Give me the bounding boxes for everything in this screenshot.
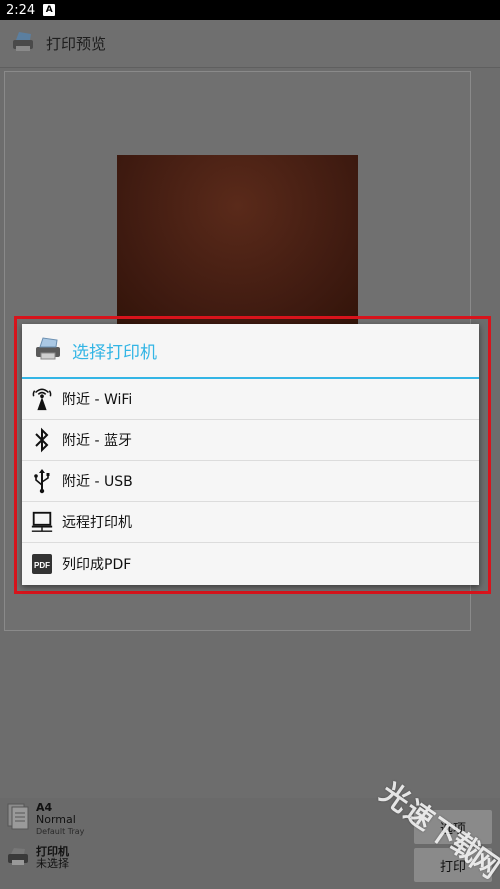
option-label: 附近 - USB <box>62 474 133 490</box>
option-print-to-pdf[interactable]: PDF 列印成PDF <box>22 543 479 584</box>
option-nearby-usb[interactable]: 附近 - USB <box>22 461 479 502</box>
printer-icon <box>6 846 30 872</box>
svg-text:PDF: PDF <box>34 561 50 570</box>
select-printer-dialog: 选择打印机 附近 - WiFi 附近 - 蓝牙 附近 - USB 远程打印机 P… <box>22 324 479 585</box>
bluetooth-icon <box>30 427 54 453</box>
remote-printer-icon <box>30 510 54 534</box>
status-time: 2:24 <box>6 2 36 18</box>
printer-icon <box>34 336 62 365</box>
paper-settings[interactable]: A4 Normal Default Tray <box>6 802 84 838</box>
dialog-title: 选择打印机 <box>72 343 157 363</box>
dialog-header: 选择打印机 <box>22 324 479 379</box>
wifi-tower-icon <box>30 387 54 411</box>
print-button[interactable]: 打印 <box>414 848 492 882</box>
option-label: 附近 - 蓝牙 <box>62 433 132 449</box>
option-label: 附近 - WiFi <box>62 392 133 408</box>
status-bar: 2:24 A <box>0 0 500 20</box>
paper-quality: Normal <box>36 813 76 826</box>
printer-app-icon[interactable] <box>10 31 36 57</box>
options-button[interactable]: 选项 <box>414 810 492 844</box>
paper-icon <box>6 802 30 834</box>
printer-settings[interactable]: 打印机 未选择 <box>6 846 69 872</box>
preview-image <box>117 155 358 325</box>
app-bar: 打印预览 <box>0 20 500 68</box>
option-label: 列印成PDF <box>62 556 132 573</box>
printer-status: 未选择 <box>36 857 69 870</box>
option-nearby-wifi[interactable]: 附近 - WiFi <box>22 379 479 420</box>
pdf-icon: PDF <box>30 552 54 576</box>
paper-tray: Default Tray <box>36 827 85 836</box>
option-label: 远程打印机 <box>62 515 132 531</box>
notification-icon: A <box>43 4 56 16</box>
page-title: 打印预览 <box>46 35 107 53</box>
usb-icon <box>30 469 54 494</box>
bottom-bar: A4 Normal Default Tray 打印机 未选择 选项 打印 <box>0 798 500 889</box>
option-remote-printer[interactable]: 远程打印机 <box>22 502 479 543</box>
option-nearby-bluetooth[interactable]: 附近 - 蓝牙 <box>22 420 479 461</box>
